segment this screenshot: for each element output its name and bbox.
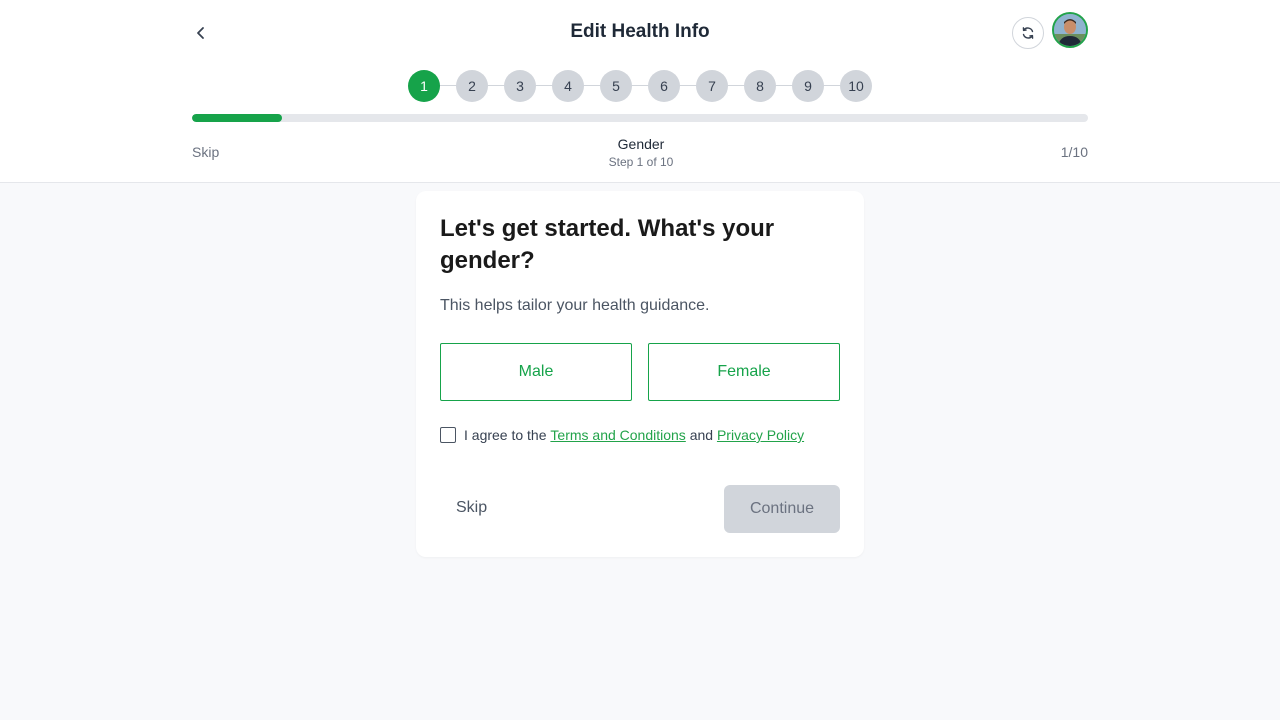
agree-checkbox[interactable] bbox=[440, 427, 456, 443]
question-subtext: This helps tailor your health guidance. bbox=[440, 297, 710, 314]
continue-button[interactable]: Continue bbox=[724, 485, 840, 533]
agree-and-text: and bbox=[689, 427, 714, 443]
step-1[interactable]: 1 bbox=[408, 70, 440, 102]
gender-option-female[interactable]: Female bbox=[648, 343, 840, 401]
step-3[interactable]: 3 bbox=[504, 70, 536, 102]
sync-icon bbox=[1022, 27, 1034, 39]
step-4[interactable]: 4 bbox=[552, 70, 584, 102]
current-step-name: Gender bbox=[617, 136, 665, 152]
progress-bar bbox=[192, 114, 1088, 122]
step-8[interactable]: 8 bbox=[744, 70, 776, 102]
app-header: Edit Health Info 1 2 3 4 5 6 7 8 9 10 Sk… bbox=[0, 0, 1280, 183]
agree-prefix-text: I agree to the bbox=[464, 427, 547, 443]
step-counter: 1/10 bbox=[1060, 144, 1088, 160]
step-2[interactable]: 2 bbox=[456, 70, 488, 102]
avatar[interactable] bbox=[1052, 12, 1088, 48]
gender-option-male[interactable]: Male bbox=[440, 343, 632, 401]
terms-agreement: I agree to the Terms and Conditions and … bbox=[440, 426, 804, 444]
question-heading: Let's get started. What's your gender? bbox=[440, 215, 775, 274]
step-9[interactable]: 9 bbox=[792, 70, 824, 102]
step-6[interactable]: 6 bbox=[648, 70, 680, 102]
step-5[interactable]: 5 bbox=[600, 70, 632, 102]
progress-bar-fill bbox=[192, 114, 282, 122]
current-step-subtitle: Step 1 of 10 bbox=[608, 155, 674, 169]
back-button[interactable] bbox=[186, 18, 216, 48]
sync-button[interactable] bbox=[1012, 17, 1044, 49]
step-10[interactable]: 10 bbox=[840, 70, 872, 102]
step-indicator: 1 2 3 4 5 6 7 8 9 10 bbox=[408, 70, 872, 102]
step-7[interactable]: 7 bbox=[696, 70, 728, 102]
user-photo-icon bbox=[1054, 14, 1086, 46]
skip-button[interactable]: Skip bbox=[456, 499, 487, 517]
question-card: Let's get started. What's your gender? T… bbox=[416, 191, 864, 557]
terms-link[interactable]: Terms and Conditions bbox=[550, 427, 685, 443]
chevron-left-icon bbox=[197, 27, 204, 39]
privacy-link[interactable]: Privacy Policy bbox=[717, 427, 804, 443]
